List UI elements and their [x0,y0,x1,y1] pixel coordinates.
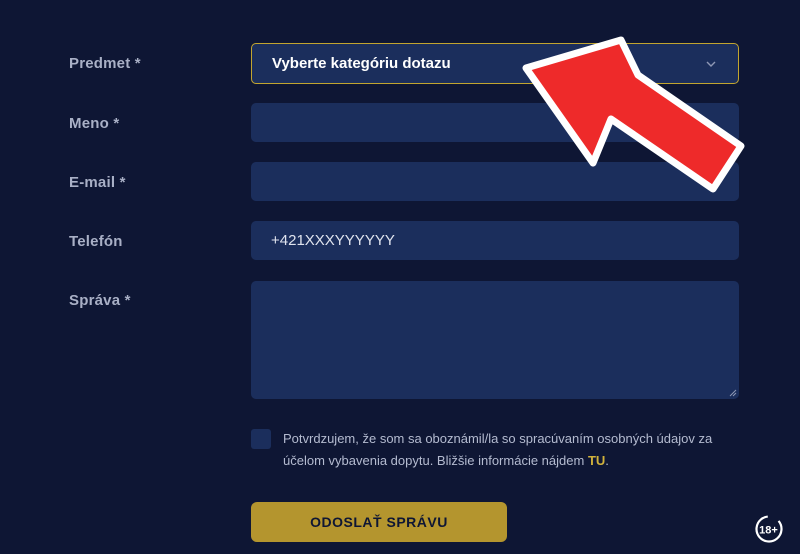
submit-button[interactable]: ODOSLAŤ SPRÁVU [251,502,507,542]
message-field-wrapper [251,281,739,399]
consent-text: Potvrdzujem, že som sa oboznámil/la so s… [283,431,713,468]
name-field[interactable] [251,103,739,142]
contact-form-page: Predmet * Vyberte kategóriu dotazu Meno … [0,0,800,554]
age-badge-text: 18+ [759,525,778,537]
age-18-plus-icon: 18+ [755,515,783,543]
name-field-wrapper [251,103,739,142]
email-field-wrapper [251,162,739,201]
consent-text-block: Potvrdzujem, že som sa oboznámil/la so s… [283,428,753,472]
email-label: E-mail * [69,174,126,191]
subject-label: Predmet * [69,55,141,72]
email-field[interactable] [251,162,739,201]
subject-select-value: Vyberte kategóriu dotazu [272,55,451,72]
consent-checkbox[interactable] [251,429,271,449]
chevron-down-icon [706,61,716,67]
consent-suffix: . [605,453,609,468]
resize-grip-icon[interactable] [729,389,737,397]
message-label: Správa * [69,292,131,309]
phone-field[interactable] [251,221,739,260]
phone-label: Telefón [69,233,123,250]
name-label: Meno * [69,115,120,132]
subject-select[interactable]: Vyberte kategóriu dotazu [251,43,739,84]
message-field[interactable] [251,281,739,399]
consent-link[interactable]: TU [588,453,605,468]
phone-field-wrapper [251,221,739,260]
